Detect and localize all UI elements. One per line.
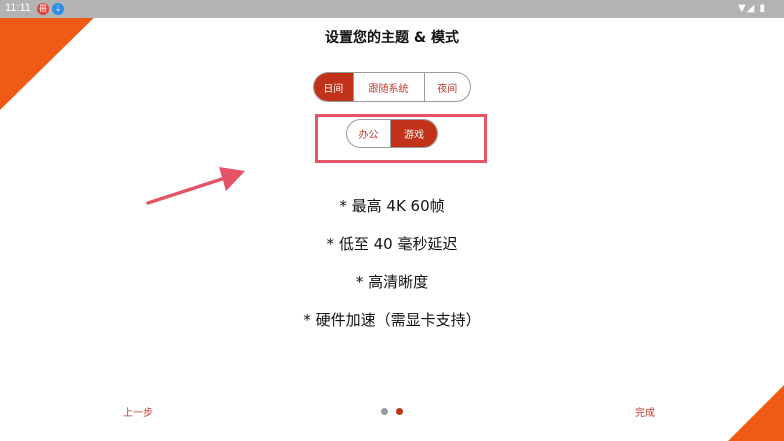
corner-decoration-bottom-right bbox=[728, 385, 784, 441]
feature-item: * 高清晰度 bbox=[355, 273, 429, 291]
feature-item: * 硬件加速（需显卡支持） bbox=[303, 311, 481, 329]
feature-item: * 低至 40 毫秒延迟 bbox=[326, 235, 458, 253]
download-icon: ⇣ bbox=[52, 3, 64, 15]
page-indicator-dot bbox=[381, 408, 388, 415]
back-button[interactable]: 上一步 bbox=[123, 404, 153, 419]
mode-option-office[interactable]: 办公 bbox=[347, 120, 392, 147]
theme-option-day[interactable]: 日间 bbox=[314, 73, 354, 101]
feature-item: * 最高 4K 60帧 bbox=[339, 197, 445, 215]
signal-battery-icons: ▼◢ ▮ bbox=[737, 3, 766, 14]
mode-option-gaming[interactable]: 游戏 bbox=[391, 120, 437, 147]
theme-option-night[interactable]: 夜间 bbox=[425, 73, 470, 101]
notification-app-icon: 冊 bbox=[37, 3, 49, 15]
done-button[interactable]: 完成 bbox=[635, 404, 655, 419]
theme-option-system[interactable]: 跟随系统 bbox=[354, 73, 425, 101]
status-bar: 11:11 冊 ⇣ ▼◢ ▮ bbox=[0, 0, 784, 18]
status-time: 11:11 bbox=[5, 2, 31, 14]
mode-selector[interactable]: 办公 游戏 bbox=[346, 119, 438, 148]
page-indicator-dot-active bbox=[396, 408, 403, 415]
page-title: 设置您的主题 & 模式 bbox=[325, 30, 459, 46]
theme-selector[interactable]: 日间 跟随系统 夜间 bbox=[313, 72, 471, 102]
